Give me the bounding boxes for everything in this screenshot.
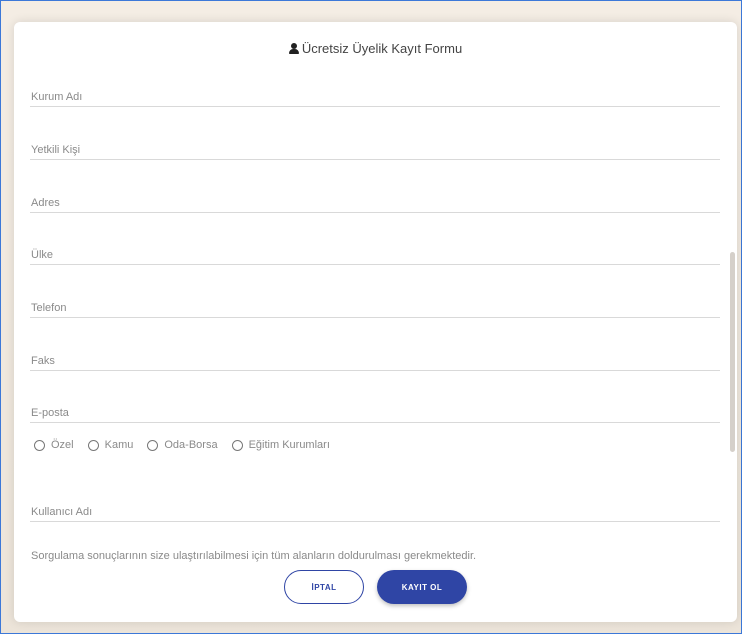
- scrollbar[interactable]: [730, 252, 735, 452]
- register-button[interactable]: KAYIT OL: [377, 570, 467, 604]
- phone-field[interactable]: Telefon: [30, 297, 720, 318]
- radio-oda-borsa[interactable]: Oda-Borsa: [147, 439, 218, 451]
- radio-egitim-kurumlari[interactable]: Eğitim Kurumları: [231, 439, 330, 451]
- institution-name-field[interactable]: Kurum Adı: [30, 86, 720, 107]
- authorized-person-field[interactable]: Yetkili Kişi: [30, 139, 720, 160]
- radio-circle-icon: [231, 439, 243, 451]
- form-title-text: Ücretsiz Üyelik Kayıt Formu: [301, 41, 463, 56]
- field-label: Kullanıcı Adı: [31, 506, 93, 518]
- address-field[interactable]: Adres: [30, 192, 720, 213]
- radio-label: Özel: [51, 439, 74, 451]
- cancel-button[interactable]: İPTAL: [284, 570, 364, 604]
- radio-label: Kamu: [104, 439, 134, 451]
- radio-ozel[interactable]: Özel: [34, 439, 74, 451]
- form-note: Sorgulama sonuçlarının size ulaştırılabi…: [31, 550, 477, 562]
- radio-circle-icon: [87, 439, 99, 451]
- radio-label: Eğitim Kurumları: [248, 439, 330, 451]
- page-background: Ücretsiz Üyelik Kayıt Formu Kurum Adı Ye…: [0, 0, 742, 634]
- username-field[interactable]: Kullanıcı Adı: [30, 501, 720, 522]
- user-icon: [288, 43, 299, 54]
- field-label: Faks: [31, 355, 55, 367]
- country-field[interactable]: Ülke: [30, 244, 720, 265]
- registration-modal: Ücretsiz Üyelik Kayıt Formu Kurum Adı Ye…: [14, 22, 737, 622]
- radio-circle-icon: [147, 439, 159, 451]
- email-field[interactable]: E-posta: [30, 402, 720, 423]
- field-label: Telefon: [31, 302, 67, 314]
- field-label: E-posta: [31, 407, 69, 419]
- field-label: Ülke: [31, 249, 54, 261]
- field-label: Adres: [31, 197, 60, 209]
- form-title: Ücretsiz Üyelik Kayıt Formu: [14, 41, 737, 56]
- radio-kamu[interactable]: Kamu: [87, 439, 134, 451]
- fax-field[interactable]: Faks: [30, 350, 720, 371]
- institution-type-group: Özel Kamu Oda-Borsa Eğitim Kurumları: [34, 439, 330, 451]
- radio-label: Oda-Borsa: [164, 439, 218, 451]
- field-label: Yetkili Kişi: [31, 144, 81, 156]
- field-label: Kurum Adı: [31, 91, 83, 103]
- radio-circle-icon: [34, 439, 45, 451]
